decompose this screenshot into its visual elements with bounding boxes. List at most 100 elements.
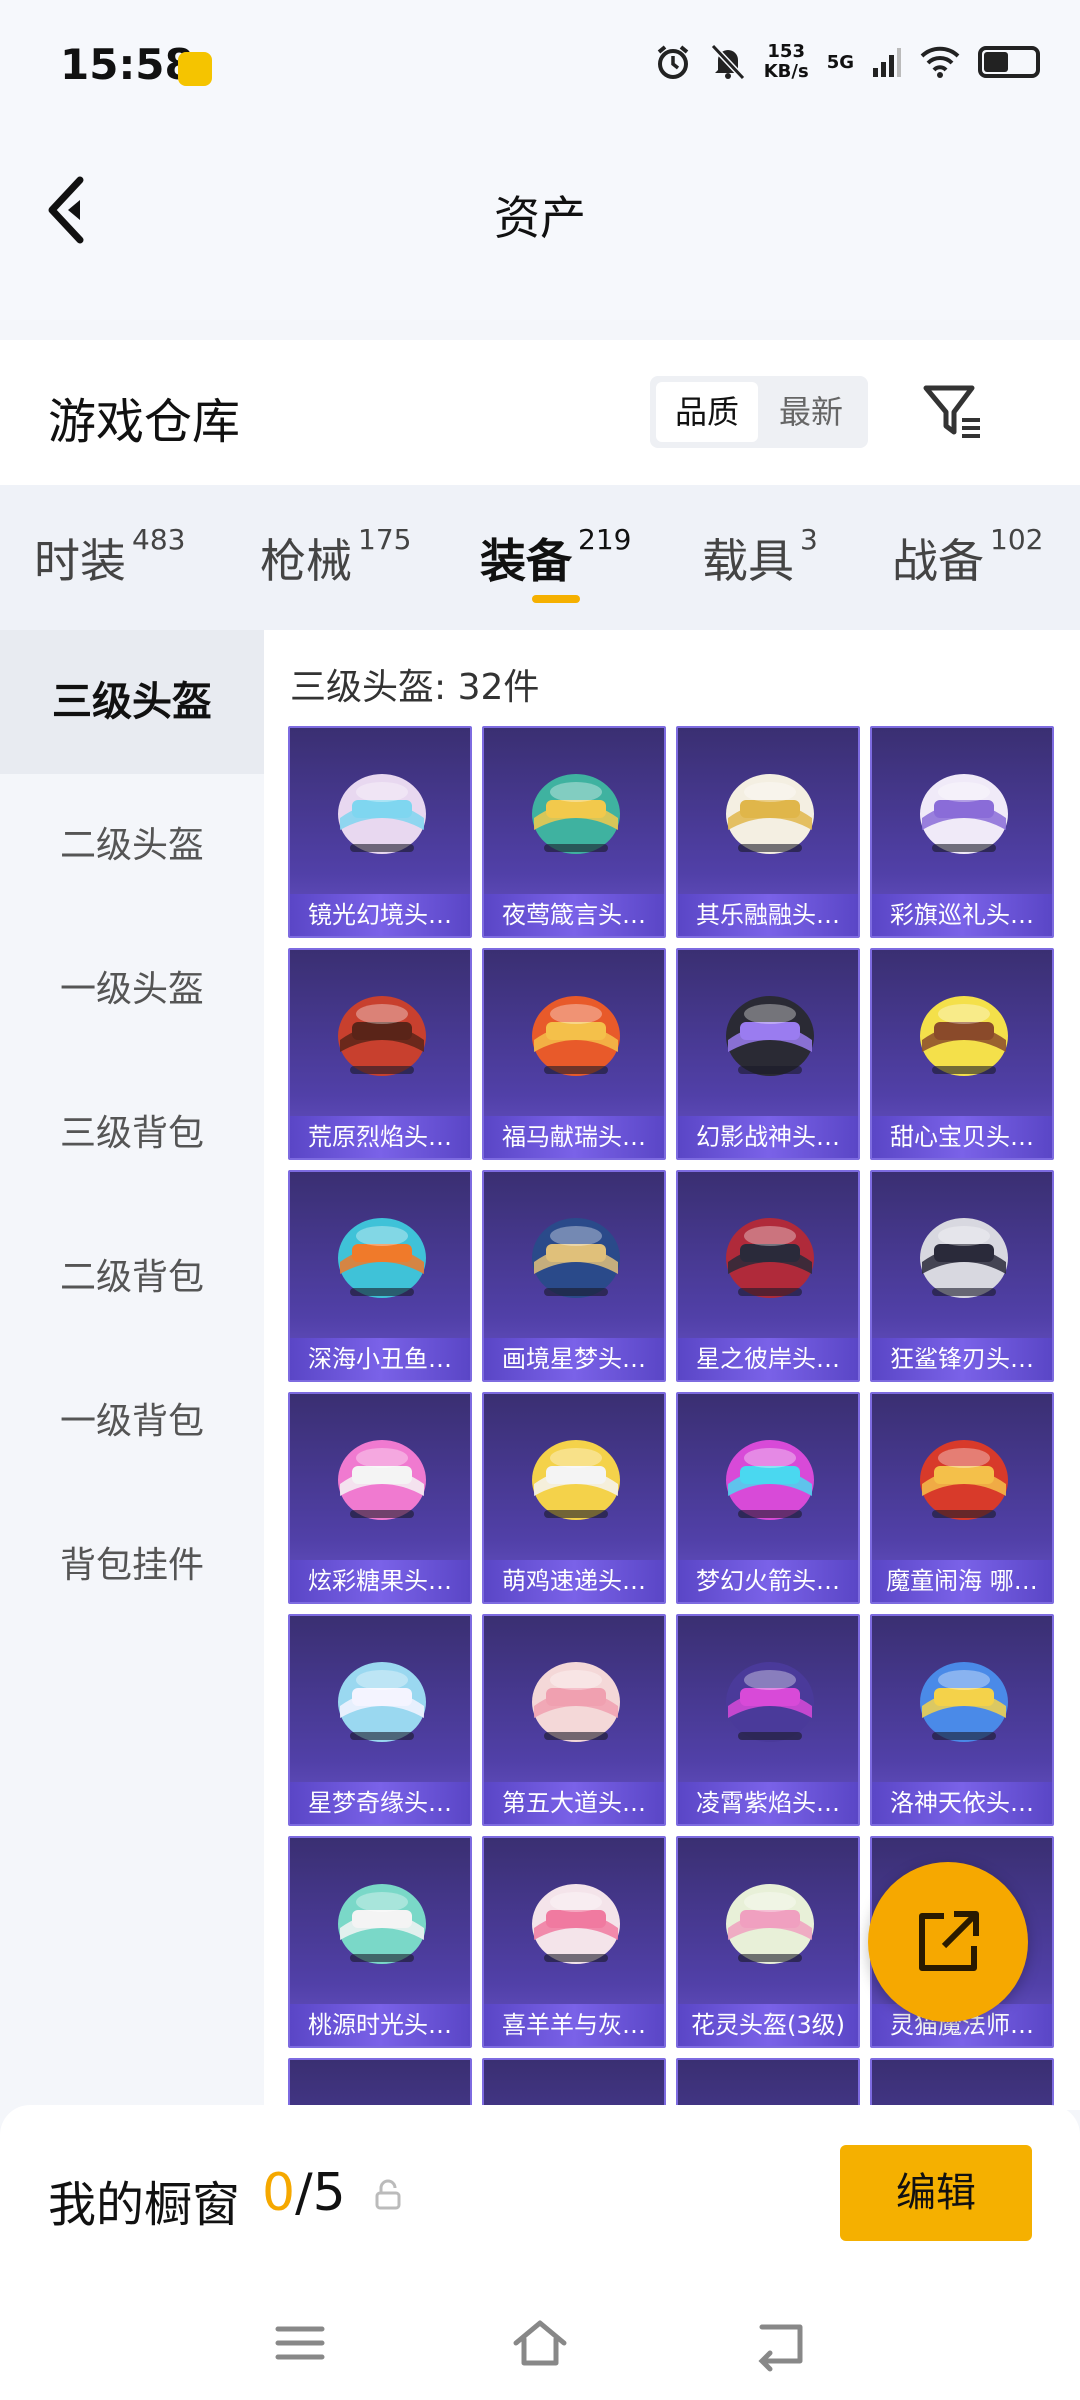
helmet-icon bbox=[338, 996, 426, 1076]
item-name: 梦幻火箭头… bbox=[678, 1560, 858, 1602]
tab-fashion[interactable]: 时装 483 bbox=[34, 523, 186, 591]
item-card[interactable]: 深海小丑鱼… bbox=[288, 1170, 472, 1382]
item-card[interactable]: 狂鲨锋刃头… bbox=[870, 1170, 1054, 1382]
speed-value: 153 bbox=[767, 41, 805, 62]
item-card[interactable]: 星之彼岸头… bbox=[676, 1170, 860, 1382]
helmet-icon bbox=[726, 1884, 814, 1964]
item-card[interactable]: 喜羊羊与灰… bbox=[482, 1836, 666, 2048]
item-name: 福马献瑞头… bbox=[484, 1116, 664, 1158]
item-card[interactable]: 彩旗巡礼头… bbox=[870, 726, 1054, 938]
item-card[interactable]: 炫彩糖果头… bbox=[288, 1392, 472, 1604]
item-card[interactable] bbox=[870, 2058, 1054, 2110]
item-card[interactable]: 第五大道头… bbox=[482, 1614, 666, 1826]
item-card[interactable]: 夜莺箴言头… bbox=[482, 726, 666, 938]
category-tabs: 时装 483 枪械 175 装备 219 载具 3 战备 102 bbox=[0, 485, 1080, 630]
speed-unit: KB/s bbox=[763, 61, 809, 82]
battery-icon bbox=[978, 46, 1040, 78]
sort-newest-button[interactable]: 最新 bbox=[760, 382, 862, 442]
item-card[interactable]: 星梦奇缘头… bbox=[288, 1614, 472, 1826]
tab-gear[interactable]: 战备 102 bbox=[892, 523, 1044, 591]
helmet-icon bbox=[532, 1440, 620, 1520]
showcase-bar: 我的橱窗 0/5 编辑 bbox=[0, 2105, 1080, 2285]
warehouse-title: 游戏仓库 bbox=[48, 394, 241, 450]
item-name: 魔童闹海 哪… bbox=[872, 1560, 1052, 1602]
helmet-icon bbox=[338, 1884, 426, 1964]
status-time: 15:58 bbox=[60, 40, 194, 89]
item-name: 星梦奇缘头… bbox=[290, 1782, 470, 1824]
item-card[interactable]: 荒原烈焰头… bbox=[288, 948, 472, 1160]
tab-label: 枪械 bbox=[260, 534, 352, 588]
home-icon bbox=[513, 2320, 567, 2366]
tab-equipment[interactable]: 装备 219 bbox=[480, 523, 631, 591]
item-name: 镜光幻境头… bbox=[290, 894, 470, 936]
item-name: 夜莺箴言头… bbox=[484, 894, 664, 936]
status-bar: 15:58 153 KB/s 5G bbox=[0, 0, 1080, 130]
network-type: 5G bbox=[826, 51, 854, 73]
item-name: 甜心宝贝头… bbox=[872, 1116, 1052, 1158]
helmet-icon bbox=[726, 774, 814, 854]
showcase-used: 0 bbox=[262, 2163, 296, 2223]
item-card[interactable]: 洛神天依头… bbox=[870, 1614, 1054, 1826]
sort-quality-button[interactable]: 品质 bbox=[656, 382, 758, 442]
item-name: 洛神天依头… bbox=[872, 1782, 1052, 1824]
tab-vehicles[interactable]: 载具 3 bbox=[702, 523, 818, 591]
item-card[interactable]: 花灵头盔(3级) bbox=[676, 1836, 860, 2048]
item-name: 其乐融融头… bbox=[678, 894, 858, 936]
item-card[interactable]: 幻影战神头… bbox=[676, 948, 860, 1160]
item-card[interactable]: 梦幻火箭头… bbox=[676, 1392, 860, 1604]
helmet-icon bbox=[920, 1662, 1008, 1742]
tab-label: 时装 bbox=[34, 534, 126, 588]
edit-button[interactable]: 编辑 bbox=[840, 2145, 1032, 2241]
active-tab-indicator bbox=[532, 595, 580, 603]
helmet-icon bbox=[338, 1218, 426, 1298]
item-card[interactable]: 其乐融融头… bbox=[676, 726, 860, 938]
item-card[interactable]: 镜光幻境头… bbox=[288, 726, 472, 938]
item-card[interactable]: 萌鸡速递头… bbox=[482, 1392, 666, 1604]
item-card[interactable]: 凌霄紫焰头… bbox=[676, 1614, 860, 1826]
helmet-icon bbox=[338, 1440, 426, 1520]
showcase-title: 我的橱窗 bbox=[48, 2177, 241, 2233]
item-name: 花灵头盔(3级) bbox=[678, 2004, 858, 2046]
item-name: 星之彼岸头… bbox=[678, 1338, 858, 1380]
item-count-label: 三级头盔: 32件 bbox=[290, 667, 540, 708]
signal-icon bbox=[873, 48, 901, 77]
item-name: 彩旗巡礼头… bbox=[872, 894, 1052, 936]
item-card[interactable]: 魔童闹海 哪… bbox=[870, 1392, 1054, 1604]
sidebar-item-level2-backpack[interactable]: 二级背包 bbox=[0, 1206, 264, 1350]
nav-back-button[interactable] bbox=[750, 2313, 810, 2373]
filter-icon bbox=[923, 385, 980, 438]
sidebar-item-level1-backpack[interactable]: 一级背包 bbox=[0, 1350, 264, 1494]
tab-label: 载具 bbox=[702, 534, 794, 588]
nav-menu-button[interactable] bbox=[270, 2313, 330, 2373]
wifi-icon bbox=[920, 46, 960, 78]
nav-home-button[interactable] bbox=[510, 2313, 570, 2373]
back-icon bbox=[758, 2324, 803, 2372]
item-card[interactable] bbox=[676, 2058, 860, 2110]
tab-count: 483 bbox=[132, 523, 186, 556]
item-card[interactable] bbox=[482, 2058, 666, 2110]
share-button[interactable] bbox=[868, 1862, 1028, 2022]
sidebar-item-level2-helmet[interactable]: 二级头盔 bbox=[0, 774, 264, 918]
sidebar-item-level3-helmet[interactable]: 三级头盔 bbox=[0, 630, 264, 774]
status-icons: 153 KB/s 5G bbox=[654, 42, 1040, 82]
item-card[interactable] bbox=[288, 2058, 472, 2110]
helmet-icon bbox=[532, 1218, 620, 1298]
sidebar-item-level1-helmet[interactable]: 一级头盔 bbox=[0, 918, 264, 1062]
item-card[interactable]: 桃源时光头… bbox=[288, 1836, 472, 2048]
sidebar-item-level3-backpack[interactable]: 三级背包 bbox=[0, 1062, 264, 1206]
network-speed: 153 KB/s bbox=[764, 42, 809, 82]
sidebar-item-backpack-pendant[interactable]: 背包挂件 bbox=[0, 1494, 264, 1638]
item-name: 第五大道头… bbox=[484, 1782, 664, 1824]
item-name: 深海小丑鱼… bbox=[290, 1338, 470, 1380]
item-card[interactable]: 甜心宝贝头… bbox=[870, 948, 1054, 1160]
share-external-icon bbox=[919, 1911, 979, 1971]
helmet-icon bbox=[920, 996, 1008, 1076]
tab-guns[interactable]: 枪械 175 bbox=[260, 523, 411, 591]
item-name: 桃源时光头… bbox=[290, 2004, 470, 2046]
item-card[interactable]: 福马献瑞头… bbox=[482, 948, 666, 1160]
helmet-icon bbox=[338, 1662, 426, 1742]
helmet-icon bbox=[532, 996, 620, 1076]
item-card[interactable]: 画境星梦头… bbox=[482, 1170, 666, 1382]
filter-button[interactable] bbox=[920, 380, 984, 444]
tab-count: 102 bbox=[990, 523, 1044, 556]
